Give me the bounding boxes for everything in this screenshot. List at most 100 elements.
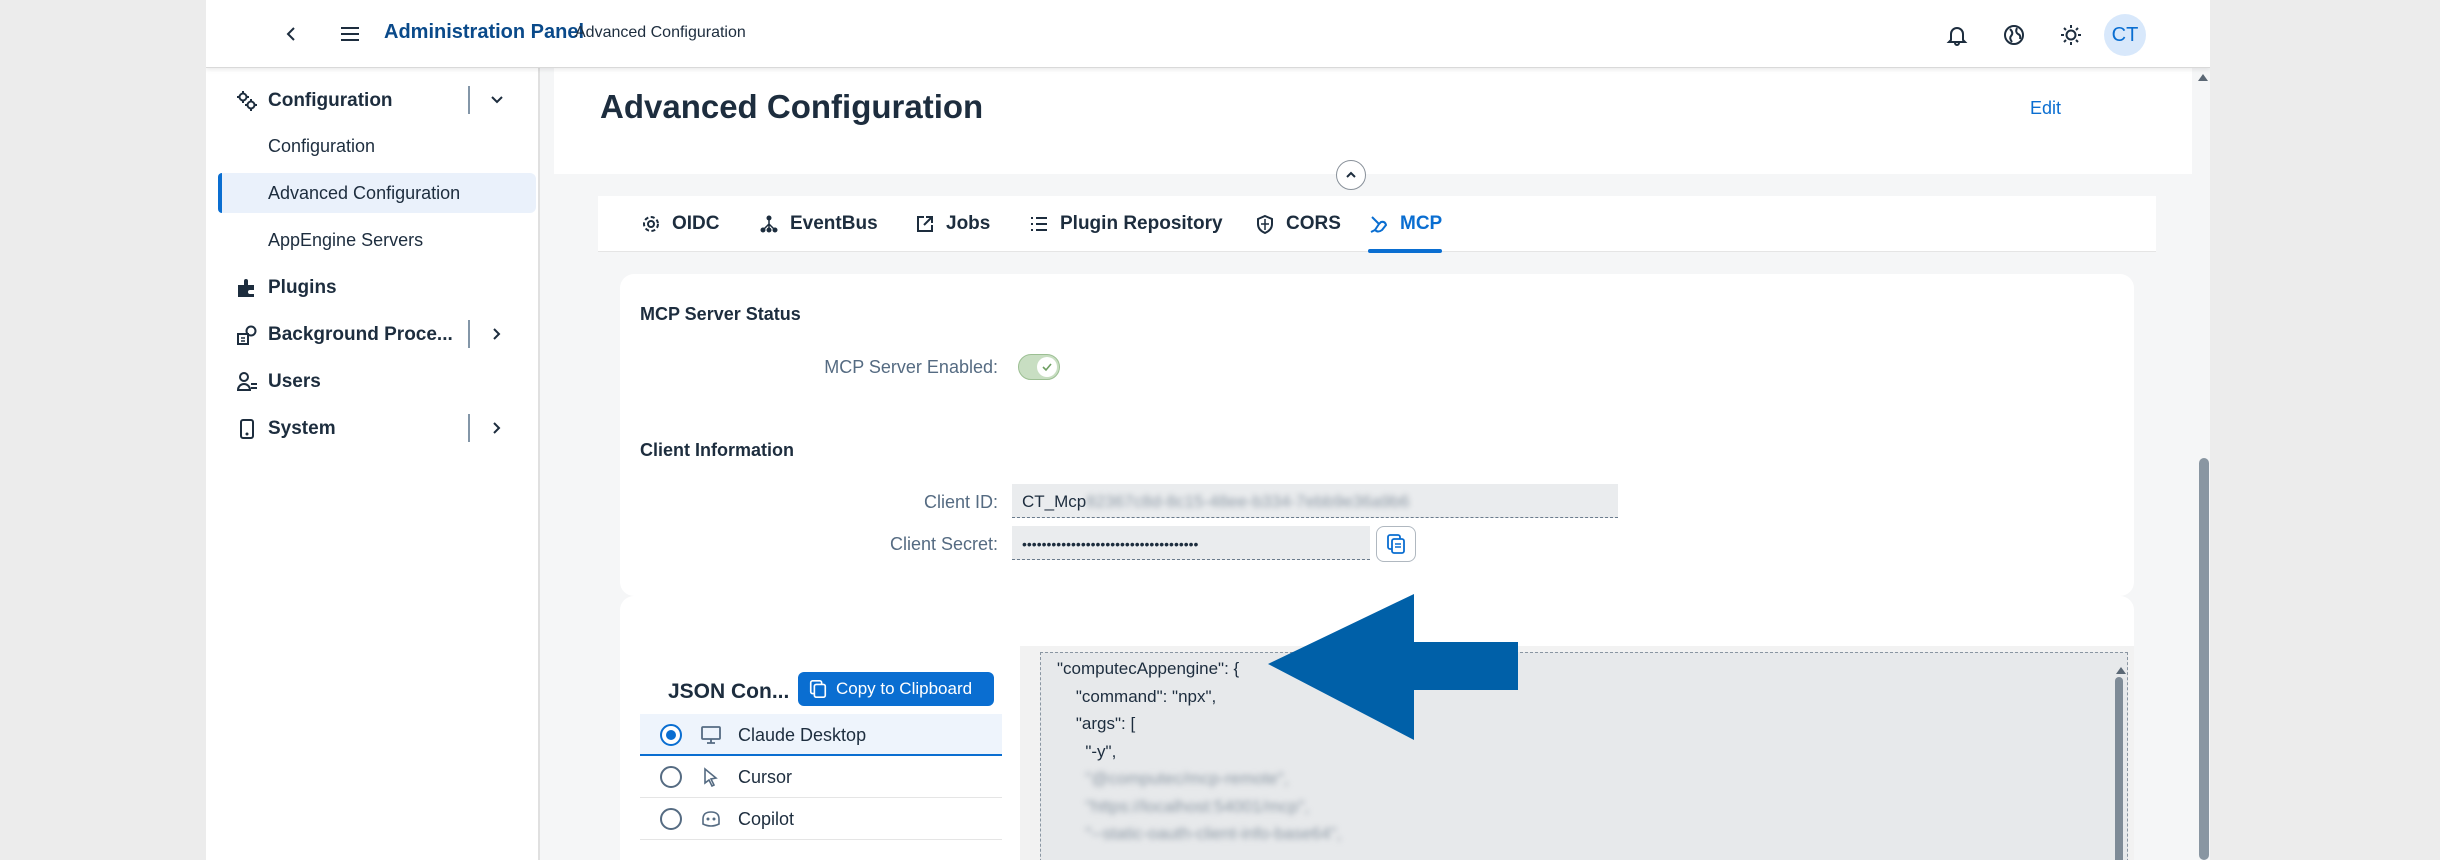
client-secret-field[interactable]: ••••••••••••••••••••••••••••••••••••: [1012, 526, 1370, 560]
app-frame: Administration Panel Advanced Configurat…: [206, 0, 2210, 860]
users-icon: [236, 371, 258, 393]
field-label: MCP Server Enabled:: [824, 357, 998, 377]
list-item-cursor[interactable]: Cursor: [640, 756, 1002, 798]
code-line: "@computec/mcp-remote",: [1057, 769, 1289, 788]
tab-mcp[interactable]: MCP: [1368, 196, 1443, 253]
tab-label: OIDC: [672, 213, 720, 234]
sidebar-subitem-appengine-servers[interactable]: AppEngine Servers: [218, 220, 536, 260]
hamburger-icon: [341, 27, 359, 41]
gear-icon: [640, 213, 662, 235]
mcp-settings-card: MCP Server Status MCP Server Enabled: Cl…: [620, 274, 2134, 596]
code-line: "computecAppengine": {: [1057, 659, 1240, 678]
mcp-enabled-toggle[interactable]: [1018, 354, 1060, 380]
code-scroll-thumb[interactable]: [2115, 677, 2123, 860]
tab-jobs[interactable]: Jobs: [914, 196, 990, 252]
main-content: Advanced Configuration Edit OIDC EventBu…: [542, 68, 2210, 860]
gears-icon: [236, 90, 258, 112]
tab-plugin-repository[interactable]: Plugin Repository: [1028, 196, 1223, 252]
list-item-claude-desktop[interactable]: Claude Desktop: [640, 714, 1002, 756]
tab-oidc[interactable]: OIDC: [640, 196, 720, 252]
network-icon: [758, 213, 780, 235]
scroll-up-icon: [2198, 74, 2208, 81]
sidebar-item-plugins[interactable]: Plugins: [206, 267, 540, 307]
divider: [468, 86, 470, 114]
system-icon: [236, 418, 258, 440]
copy-icon: [809, 680, 827, 698]
sidebar-item-label: Plugins: [268, 277, 337, 298]
client-list: Claude Desktop Cursor Copilot: [640, 714, 1002, 840]
bell-icon: [1946, 27, 1968, 46]
menu-button[interactable]: [336, 20, 364, 48]
code-line: "--static-oauth-client-info-base64",: [1057, 824, 1342, 843]
json-code-box[interactable]: "computecAppengine": { "command": "npx",…: [1040, 652, 2128, 860]
sidebar-item-label: Users: [268, 371, 321, 392]
tab-bar: OIDC EventBus Jobs Plugin Repository COR…: [598, 196, 2156, 253]
sidebar-item-label: System: [268, 418, 336, 439]
page-scrollbar[interactable]: [2196, 68, 2210, 860]
copy-to-clipboard-button[interactable]: Copy to Clipboard: [798, 672, 994, 706]
tab-label: Plugin Repository: [1060, 213, 1223, 234]
annotation-arrow-icon: [1268, 594, 1518, 740]
section-title: Client Information: [640, 440, 794, 460]
external-link-icon: [914, 213, 936, 235]
tab-eventbus[interactable]: EventBus: [758, 196, 878, 252]
code-line: "args": [: [1057, 714, 1136, 733]
scroll-up-icon: [2116, 667, 2126, 674]
client-id-field[interactable]: CT_Mcp82367c8d-8c15-48ee-b334-7ebb9e36a9…: [1012, 484, 1618, 518]
sidebar-subitem-advanced-configuration[interactable]: Advanced Configuration: [218, 173, 536, 213]
plugin-icon: [236, 277, 258, 299]
divider: [468, 414, 470, 442]
radio-button[interactable]: [660, 724, 682, 746]
client-label: Cursor: [738, 767, 793, 787]
app-subtitle: Advanced Configuration: [575, 24, 746, 41]
language-button[interactable]: [1999, 20, 2029, 50]
sidebar-item-background-processes[interactable]: Background Proce...: [206, 314, 540, 354]
sidebar-item-system[interactable]: System: [206, 408, 540, 448]
code-line: "-y",: [1057, 741, 1117, 761]
copy-to-clipboard-label: Copy to Clipboard: [836, 679, 973, 698]
sidebar-item-users[interactable]: Users: [206, 361, 540, 401]
divider: [468, 320, 470, 348]
chevron-up-icon: [1346, 171, 1356, 178]
code-line: "command": "npx",: [1057, 686, 1217, 706]
tab-label: MCP: [1400, 213, 1443, 234]
theme-button[interactable]: [2056, 20, 2086, 50]
client-id-redacted: 82367c8d-8c15-48ee-b334-7ebb9e36a9b6: [1086, 492, 1410, 511]
radio-button[interactable]: [660, 808, 682, 830]
back-button[interactable]: [278, 20, 306, 48]
sidebar-item-configuration[interactable]: Configuration: [206, 80, 540, 120]
copy-secret-button[interactable]: [1376, 526, 1416, 562]
sidebar-subitem-label: AppEngine Servers: [268, 230, 424, 250]
avatar[interactable]: CT: [2104, 14, 2146, 56]
radio-button[interactable]: [660, 766, 682, 788]
notifications-button[interactable]: [1942, 20, 1972, 50]
sidebar: Configuration Configuration Advanced Con…: [206, 68, 540, 860]
code-line: "https://localhost:54001/mcp",: [1057, 796, 1310, 816]
list-item-copilot[interactable]: Copilot: [640, 798, 1002, 840]
sidebar-subitem-configuration[interactable]: Configuration: [218, 126, 536, 166]
copilot-icon: [700, 808, 722, 830]
json-code-panel: "computecAppengine": { "command": "npx",…: [1020, 646, 2134, 860]
sun-icon: [2061, 25, 2081, 45]
edit-button[interactable]: Edit: [2030, 98, 2061, 119]
page-header: Advanced Configuration Edit: [554, 68, 2192, 174]
copy-icon: [1387, 534, 1405, 554]
client-id-prefix: CT_Mcp: [1022, 492, 1087, 511]
field-label: Client Secret:: [889, 534, 998, 554]
list-icon: [1028, 213, 1050, 235]
app-title[interactable]: Administration Panel: [384, 21, 584, 44]
client-label: Claude Desktop: [738, 725, 867, 745]
section-title: MCP Server Status: [640, 304, 801, 324]
check-icon: [1037, 357, 1057, 377]
globe-icon: [2004, 25, 2024, 45]
chevron-right-icon[interactable]: [486, 417, 508, 439]
chevron-right-icon[interactable]: [486, 323, 508, 345]
chevron-down-icon[interactable]: [486, 89, 508, 111]
page-title: Advanced Configuration: [600, 88, 984, 125]
tab-label: CORS: [1286, 213, 1341, 234]
page-scroll-thumb[interactable]: [2199, 458, 2209, 860]
background-process-icon: [236, 324, 258, 346]
collapse-header-button[interactable]: [1336, 160, 1366, 190]
tab-cors[interactable]: CORS: [1254, 196, 1341, 252]
sidebar-item-label: Configuration: [268, 90, 393, 111]
